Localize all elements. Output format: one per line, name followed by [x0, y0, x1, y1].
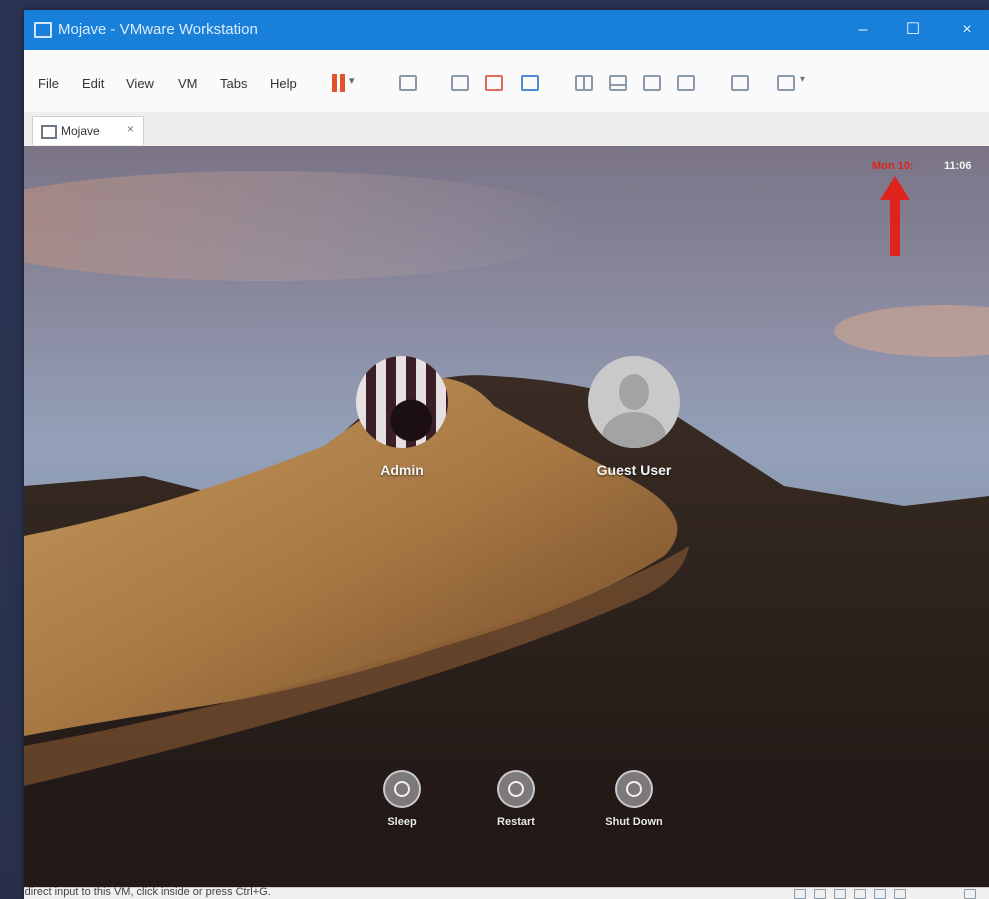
- user-admin[interactable]: Admin: [322, 356, 482, 478]
- snapshot-button[interactable]: [448, 72, 470, 92]
- menu-vm[interactable]: VM: [178, 76, 198, 91]
- tab-close-icon[interactable]: ×: [127, 122, 134, 136]
- user-guest[interactable]: Guest User: [554, 356, 714, 478]
- status-bar: To direct input to this VM, click inside…: [24, 886, 989, 899]
- status-text: To direct input to this VM, click inside…: [24, 886, 271, 898]
- tab-mojave[interactable]: Mojave ×: [32, 116, 144, 145]
- maximize-button[interactable]: ☐: [898, 18, 928, 42]
- menu-file[interactable]: File: [38, 76, 59, 91]
- full-screen-button[interactable]: [640, 72, 662, 92]
- power-icon-glyph: [626, 781, 642, 797]
- cd-status-icon[interactable]: [814, 889, 826, 899]
- guest-silhouette-icon: [619, 374, 649, 410]
- clock-left-text: Mon 10:: [872, 160, 914, 172]
- red-arrow-annotation: [880, 176, 910, 256]
- hard-disk-status-icon[interactable]: [794, 889, 806, 899]
- minimize-button[interactable]: –: [848, 18, 878, 42]
- menu-help[interactable]: Help: [270, 76, 297, 91]
- sleep-button[interactable]: Sleep: [352, 770, 452, 828]
- pause-dropdown-icon[interactable]: ▾: [349, 74, 355, 87]
- send-ctrl-alt-del-button[interactable]: [396, 72, 418, 92]
- menu-view[interactable]: View: [126, 76, 154, 91]
- admin-avatar: [356, 356, 448, 448]
- menu-edit[interactable]: Edit: [82, 76, 104, 91]
- menu-bar: File Edit View VM Tabs Help ▾ ▾: [24, 50, 989, 113]
- revert-snapshot-button[interactable]: [482, 72, 504, 92]
- guest-user-avatar: [588, 356, 680, 448]
- unity-icon: [677, 75, 695, 91]
- console-icon: [731, 75, 749, 91]
- snapshot-manager-icon: [521, 75, 539, 91]
- revert-icon: [485, 75, 503, 91]
- network-status-icon[interactable]: [834, 889, 846, 899]
- vm-display[interactable]: Mon 10: 11:06 Admin Guest User Sleep Res…: [24, 146, 989, 887]
- restart-icon-glyph: [508, 781, 524, 797]
- vmware-window: Mojave - VMware Workstation – ☐ × File E…: [24, 10, 989, 899]
- shut-down-button[interactable]: Shut Down: [584, 770, 684, 828]
- pause-icon: [332, 74, 337, 92]
- restart-button[interactable]: Restart: [466, 770, 566, 828]
- tab-label: Mojave: [61, 124, 100, 138]
- restart-icon: [497, 770, 535, 808]
- usb-status-icon[interactable]: [854, 889, 866, 899]
- message-status-icon[interactable]: [964, 889, 976, 899]
- sound-status-icon[interactable]: [874, 889, 886, 899]
- tab-strip: Mojave ×: [24, 112, 989, 147]
- window-title: Mojave - VMware Workstation: [58, 21, 258, 38]
- guest-silhouette-body: [602, 412, 666, 448]
- snapshot-manager-button[interactable]: [518, 72, 540, 92]
- close-button[interactable]: ×: [952, 18, 982, 42]
- keyboard-icon: [399, 75, 417, 91]
- snapshot-icon: [451, 75, 469, 91]
- power-icon: [615, 770, 653, 808]
- sleep-icon-glyph: [394, 781, 410, 797]
- thumbnail-icon: [609, 75, 627, 91]
- menu-tabs[interactable]: Tabs: [220, 76, 247, 91]
- user-name-admin: Admin: [380, 462, 424, 478]
- pause-button[interactable]: ▾: [330, 72, 366, 94]
- user-name-guest: Guest User: [596, 462, 672, 478]
- shut-down-label: Shut Down: [605, 816, 663, 828]
- display-status-icon[interactable]: [894, 889, 906, 899]
- pause-icon-bar: [340, 74, 345, 92]
- stretch-icon: [777, 75, 795, 91]
- library-icon: [575, 75, 593, 91]
- full-screen-icon: [643, 75, 661, 91]
- show-library-button[interactable]: [572, 72, 594, 92]
- sleep-icon: [383, 770, 421, 808]
- show-thumbnail-button[interactable]: [606, 72, 628, 92]
- title-bar: Mojave - VMware Workstation – ☐ ×: [24, 10, 989, 50]
- vmware-app-icon: [34, 22, 52, 38]
- stretch-guest-button[interactable]: [774, 72, 796, 92]
- vm-tab-icon: [41, 125, 57, 139]
- restart-label: Restart: [497, 816, 535, 828]
- clock-text: 11:06: [944, 160, 972, 172]
- sleep-label: Sleep: [387, 816, 417, 828]
- stretch-dropdown-icon[interactable]: ▾: [800, 74, 805, 85]
- console-view-button[interactable]: [728, 72, 750, 92]
- unity-button[interactable]: [674, 72, 696, 92]
